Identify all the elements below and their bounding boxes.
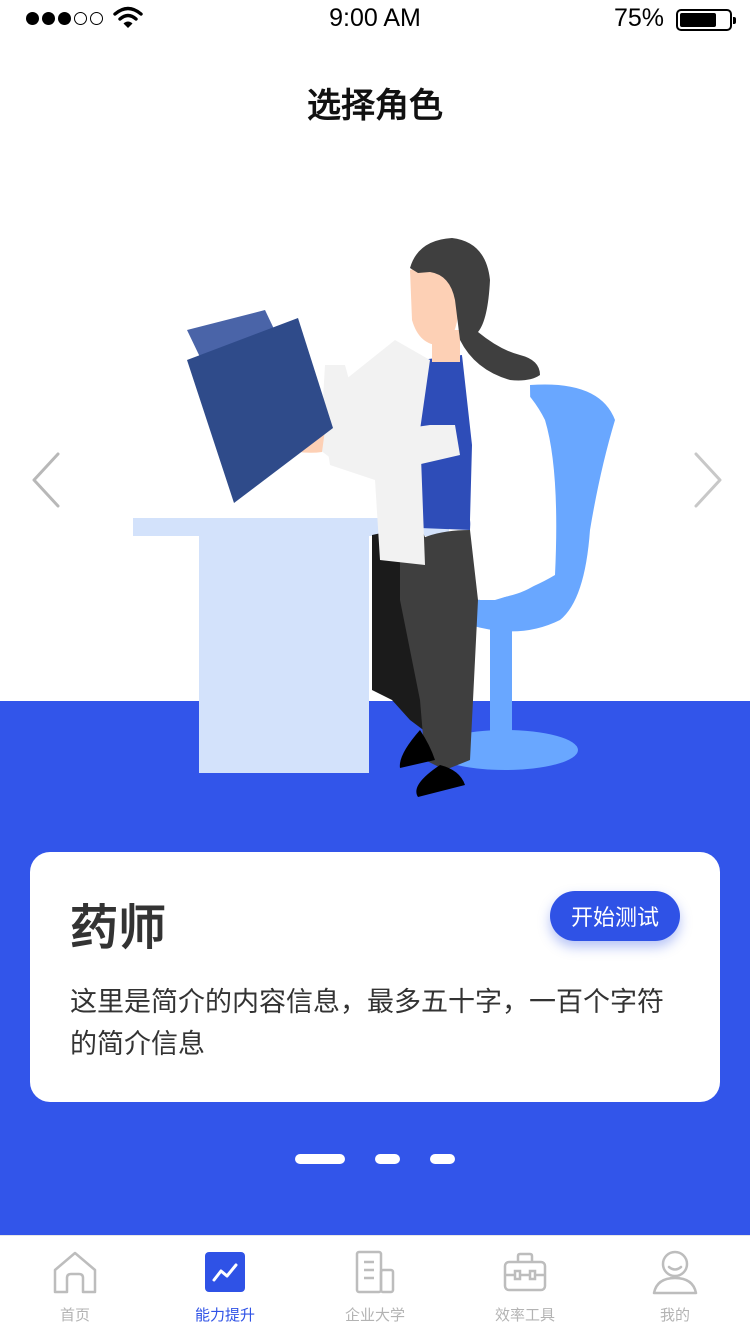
role-card[interactable]: 药师 开始测试 这里是简介的内容信息，最多五十字，一百个字符的简介信息 bbox=[30, 852, 720, 1102]
tab-label: 我的 bbox=[659, 1306, 690, 1324]
carousel-indicator-active[interactable] bbox=[295, 1154, 345, 1164]
chevron-right-icon[interactable] bbox=[690, 450, 726, 510]
status-bar: 9:00 AM 75% bbox=[0, 0, 750, 40]
tab-bar: 首页 能力提升 企业大学 效率工具 我的 bbox=[0, 1235, 750, 1334]
carousel-indicators bbox=[0, 1154, 750, 1164]
battery-percent: 75% bbox=[613, 4, 664, 32]
tab-tools[interactable]: 效率工具 bbox=[450, 1236, 600, 1334]
carousel-indicator[interactable] bbox=[375, 1154, 400, 1164]
role-description: 这里是简介的内容信息，最多五十字，一百个字符的简介信息 bbox=[70, 987, 664, 1060]
building-icon bbox=[355, 1250, 395, 1294]
chevron-left-icon[interactable] bbox=[28, 450, 64, 510]
tab-university[interactable]: 企业大学 bbox=[300, 1236, 450, 1334]
toolbox-icon bbox=[503, 1252, 547, 1292]
tab-label: 能力提升 bbox=[194, 1306, 255, 1324]
tab-label: 企业大学 bbox=[344, 1306, 405, 1324]
role-title: 药师 bbox=[70, 900, 167, 956]
tab-home[interactable]: 首页 bbox=[0, 1236, 150, 1334]
pharmacist-illustration bbox=[133, 238, 615, 797]
battery-icon bbox=[676, 9, 736, 31]
start-test-button[interactable]: 开始测试 bbox=[550, 891, 680, 941]
tab-ability[interactable]: 能力提升 bbox=[150, 1236, 300, 1334]
tab-label: 首页 bbox=[59, 1306, 90, 1324]
battery-fill bbox=[680, 13, 716, 27]
chart-trend-icon bbox=[205, 1252, 245, 1292]
page-title: 选择角色 bbox=[307, 86, 443, 126]
user-icon bbox=[652, 1250, 698, 1295]
tab-label: 效率工具 bbox=[494, 1306, 555, 1324]
carousel-indicator[interactable] bbox=[430, 1154, 455, 1164]
tab-me[interactable]: 我的 bbox=[600, 1236, 750, 1334]
home-icon bbox=[53, 1251, 97, 1294]
